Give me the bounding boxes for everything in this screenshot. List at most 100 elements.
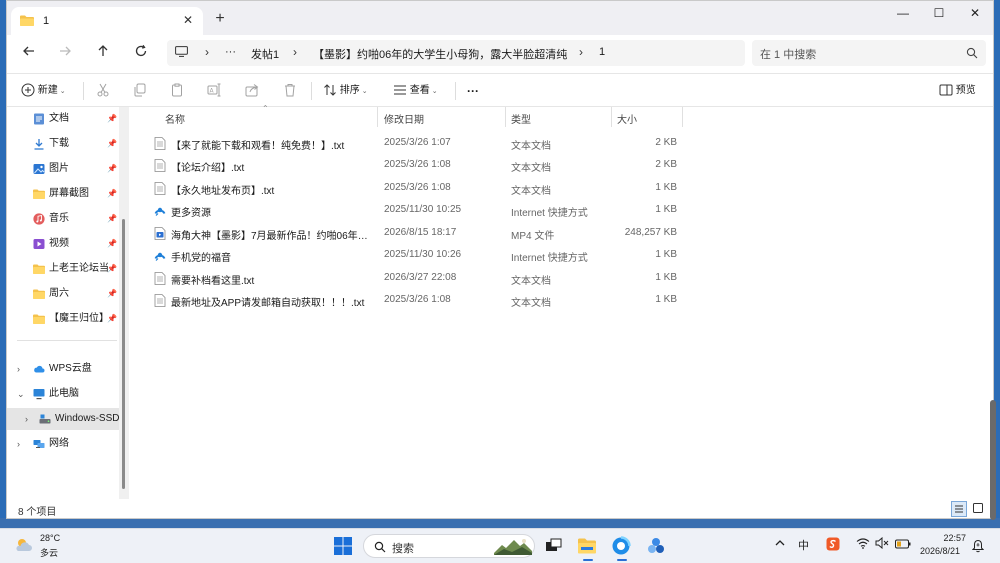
video-file-icon: [154, 227, 166, 240]
pin-icon: 📌: [107, 314, 117, 323]
close-window-button[interactable]: ✕: [963, 6, 987, 20]
back-button[interactable]: [19, 43, 39, 63]
cloudy-weather-icon[interactable]: [14, 537, 34, 553]
chevron-down-icon[interactable]: ⌄: [17, 383, 25, 405]
file-explorer-window: 1 ✕ + — ☐ ✕ › ··· 发帖1 › 【墨影】约啪06年的大学生小母狗…: [6, 0, 994, 519]
rename-button[interactable]: A: [207, 82, 221, 100]
column-header-size[interactable]: 大小: [617, 111, 637, 126]
sidebar-scrollbar[interactable]: [119, 107, 129, 499]
table-row[interactable]: 需要补档看这里.txt 2026/3/27 22:08 文本文档 1 KB: [131, 267, 691, 289]
browser-taskbar-button[interactable]: [610, 535, 634, 557]
preview-button[interactable]: 预览: [939, 82, 976, 100]
sidebar-item-folder[interactable]: 上老王论坛当 📌: [7, 258, 119, 280]
chevron-right-icon[interactable]: ›: [17, 358, 20, 380]
input-method-indicator[interactable]: 中: [798, 537, 809, 555]
column-divider[interactable]: [505, 107, 506, 127]
sogou-icon: [826, 537, 840, 551]
address-bar[interactable]: › ··· 发帖1 › 【墨影】约啪06年的大学生小母狗，露大半脸超清纯 › 1: [167, 40, 745, 66]
weather-temperature[interactable]: 28°C: [40, 533, 60, 543]
weather-description[interactable]: 多云: [40, 546, 58, 559]
sidebar-item-wps-cloud[interactable]: › WPS云盘: [7, 358, 119, 380]
column-divider[interactable]: [611, 107, 612, 127]
column-divider[interactable]: [682, 107, 683, 127]
view-button[interactable]: 查看 ⌄: [393, 82, 438, 100]
sidebar-item-pictures[interactable]: 图片 📌: [7, 158, 119, 180]
table-row[interactable]: 【论坛介绍】.txt 2025/3/26 1:08 文本文档 2 KB: [131, 154, 691, 176]
tiles-view-button[interactable]: [971, 501, 987, 517]
pin-icon: 📌: [107, 164, 117, 173]
sogou-ime-button[interactable]: [826, 537, 840, 555]
notification-bell-icon[interactable]: [972, 539, 984, 553]
sidebar-item-folder[interactable]: 【魔王归位】 📌: [7, 308, 119, 330]
chevron-right-icon[interactable]: ›: [25, 408, 28, 430]
sidebar-item-downloads[interactable]: 下载 📌: [7, 133, 119, 155]
cut-button[interactable]: [96, 82, 110, 100]
sidebar-item-windows-ssd[interactable]: › Windows-SSD: [7, 408, 119, 430]
navigation-bar: › ··· 发帖1 › 【墨影】约啪06年的大学生小母狗，露大半脸超清纯 › 1…: [7, 35, 993, 71]
refresh-button[interactable]: [131, 43, 151, 63]
show-hidden-icons-button[interactable]: [774, 537, 786, 555]
sidebar-item-this-pc[interactable]: ⌄ 此电脑: [7, 383, 119, 405]
table-row[interactable]: 海角大神【墨影】7月最新作品！约啪06年才1... 2026/8/15 18:1…: [131, 222, 691, 244]
table-row[interactable]: 【来了就能下载和观看！纯免费！】.txt 2025/3/26 1:07 文本文档…: [131, 132, 691, 154]
sort-button[interactable]: 排序 ⌄: [323, 82, 368, 100]
sort-ascending-icon: ⌃: [262, 104, 269, 113]
breadcrumb-item[interactable]: 发帖1: [251, 46, 279, 62]
close-tab-icon[interactable]: ✕: [181, 13, 195, 27]
table-row[interactable]: 更多资源 2025/11/30 10:25 Internet 快捷方式 1 KB: [131, 199, 691, 221]
sidebar-item-screenshots[interactable]: 屏幕截图 📌: [7, 183, 119, 205]
column-header-type[interactable]: 类型: [511, 111, 531, 126]
chevron-right-icon[interactable]: ›: [17, 433, 20, 455]
file-date: 2025/11/30 10:25: [384, 204, 462, 215]
volume-button[interactable]: [875, 536, 889, 555]
wifi-button[interactable]: [856, 537, 870, 555]
clock-time[interactable]: 22:57: [936, 533, 966, 543]
maximize-button[interactable]: ☐: [927, 6, 951, 20]
desktop-scrollbar[interactable]: [990, 400, 996, 520]
column-header-date[interactable]: 修改日期: [384, 111, 424, 126]
paste-button[interactable]: [170, 82, 184, 100]
column-divider[interactable]: [377, 107, 378, 127]
sidebar-item-documents[interactable]: 文档 📌: [7, 108, 119, 130]
share-button[interactable]: [245, 82, 259, 100]
app-icon: [648, 538, 664, 553]
copy-button[interactable]: [133, 82, 147, 100]
sidebar-item-folder[interactable]: 周六 📌: [7, 283, 119, 305]
breadcrumb-overflow[interactable]: ···: [225, 46, 236, 58]
minimize-button[interactable]: —: [891, 6, 915, 20]
table-row[interactable]: 最新地址及APP请发邮箱自动获取！！！.txt 2025/3/26 1:08 文…: [131, 289, 691, 311]
column-header-name[interactable]: 名称: [165, 111, 185, 126]
scrollbar-thumb[interactable]: [122, 219, 125, 489]
video-icon: [33, 239, 45, 249]
breadcrumb-item[interactable]: 【墨影】约啪06年的大学生小母狗，露大半脸超清纯: [313, 46, 567, 62]
new-tab-button[interactable]: +: [211, 10, 229, 28]
tab-current[interactable]: 1 ✕: [11, 7, 203, 35]
details-view-button[interactable]: [951, 501, 967, 517]
table-row[interactable]: 【永久地址发布页】.txt 2025/3/26 1:08 文本文档 1 KB: [131, 177, 691, 199]
new-button[interactable]: 新建 ⌄: [21, 82, 66, 100]
sidebar-item-network[interactable]: › 网络: [7, 433, 119, 455]
clock-date[interactable]: 2026/8/21: [920, 546, 960, 556]
up-button[interactable]: [93, 43, 113, 63]
file-type: 文本文档: [511, 276, 551, 287]
file-date: 2026/8/15 18:17: [384, 227, 457, 238]
battery-button[interactable]: [895, 537, 911, 555]
start-button[interactable]: [332, 535, 356, 557]
pin-icon: 📌: [107, 139, 117, 148]
forward-button[interactable]: [55, 43, 75, 63]
breadcrumb-item-current[interactable]: 1: [599, 46, 605, 58]
more-options-button[interactable]: ···: [467, 82, 479, 100]
taskbar-search[interactable]: 搜索: [363, 534, 535, 558]
file-explorer-taskbar-button[interactable]: [576, 535, 600, 557]
sidebar-item-videos[interactable]: 视频 📌: [7, 233, 119, 255]
sort-icon: [324, 84, 336, 97]
computer-icon: [33, 389, 45, 400]
app-taskbar-button[interactable]: [645, 535, 669, 557]
text-file-icon: [154, 137, 166, 150]
delete-button[interactable]: [283, 82, 297, 100]
table-row[interactable]: 手机党的福音 2025/11/30 10:26 Internet 快捷方式 1 …: [131, 244, 691, 266]
file-size: 1 KB: [655, 182, 677, 193]
task-view-button[interactable]: [542, 535, 566, 557]
sidebar-item-music[interactable]: 音乐 📌: [7, 208, 119, 230]
search-box[interactable]: 在 1 中搜索: [752, 40, 986, 66]
